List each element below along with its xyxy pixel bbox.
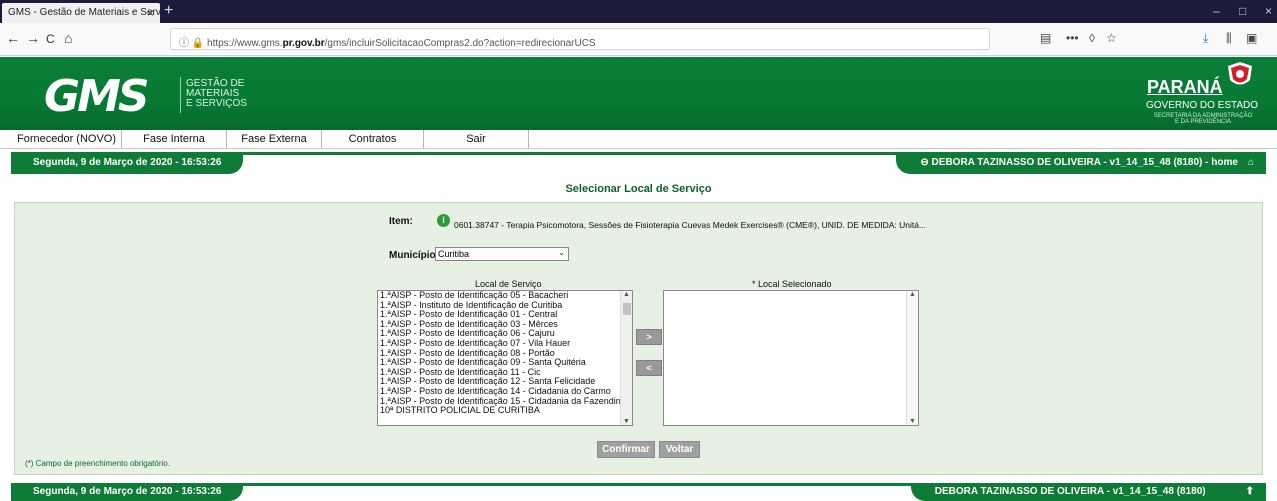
parana-title: PARANÁ xyxy=(1147,77,1223,97)
user-icon: ⊖ xyxy=(920,157,932,168)
parana-crest-icon xyxy=(1228,62,1252,85)
governo-label: GOVERNO DO ESTADO xyxy=(1146,100,1259,111)
footer-up-icon[interactable]: ⬆ xyxy=(1246,486,1254,497)
municipio-label: Município: xyxy=(389,250,439,261)
local-list-scrollbar[interactable]: ▲ ▼ xyxy=(620,291,632,425)
browser-nav-bar: ← → C ⌂ ⓘ 🔒 https://www.gms.pr.gov.br/gm… xyxy=(0,23,1277,56)
window-close-icon[interactable]: × xyxy=(1265,4,1272,18)
local-servico-list[interactable]: 1.ªAISP - Posto de Identificação 05 - Ba… xyxy=(377,290,633,426)
tab-title: GMS - Gestão de Materiais e Serviço xyxy=(8,7,160,18)
main-menu: Fornecedor (NOVO) Fase Interna Fase Exte… xyxy=(0,130,1277,149)
menu-fase-interna[interactable]: Fase Interna xyxy=(122,130,227,149)
menu-contratos[interactable]: Contratos xyxy=(322,130,424,149)
footer-user-info: DEBORA TAZINASSO DE OLIVEIRA - v1_14_15_… xyxy=(910,483,1266,501)
download-icon[interactable]: ⤓ xyxy=(1203,31,1208,46)
bookmark-icon[interactable]: ☆ xyxy=(1106,31,1117,45)
local-servico-label: Local de Serviço xyxy=(475,279,542,289)
url-path: /gms/incluirSolicitacaoCompras2.do?actio… xyxy=(324,38,596,49)
back-icon[interactable]: ← xyxy=(6,30,20,46)
url-prefix: ⓘ 🔒 https://www.gms. xyxy=(179,38,283,49)
info-icon[interactable]: i xyxy=(437,214,450,227)
pocket-icon[interactable]: ◊ xyxy=(1089,31,1095,45)
maximize-icon[interactable]: □ xyxy=(1239,4,1246,18)
site-header: GMS GESTÃO DE MATERIAIS E SERVIÇOS PARAN… xyxy=(0,57,1277,130)
item-label: Item: xyxy=(389,216,413,227)
required-note: (*) Campo de preenchimento obrigatório. xyxy=(25,459,170,468)
selected-list-scrollbar[interactable]: ▲ ▼ xyxy=(906,291,918,425)
confirm-button[interactable]: Confirmar xyxy=(597,441,655,458)
menu-fase-externa[interactable]: Fase Externa xyxy=(227,130,322,149)
scroll-up-icon[interactable]: ▲ xyxy=(909,291,916,298)
tab-close-icon[interactable]: × xyxy=(147,6,154,20)
home-link[interactable]: home xyxy=(1211,157,1238,168)
bottom-status-bar: Segunda, 9 de Março de 2020 - 16:53:26 D… xyxy=(0,483,1277,501)
scroll-down-icon[interactable]: ▼ xyxy=(909,418,916,425)
add-local-button[interactable]: > xyxy=(636,329,662,345)
user-info: ⊖ DEBORA TAZINASSO DE OLIVEIRA - v1_14_1… xyxy=(896,152,1266,174)
item-description: 0601.38747 - Terapia Psicomotora, Sessõe… xyxy=(454,220,927,230)
scroll-down-icon[interactable]: ▼ xyxy=(623,418,630,425)
footer-date-label: Segunda, 9 de Março de 2020 - 16:53:26 xyxy=(11,483,244,501)
page-title: Selecionar Local de Serviço xyxy=(565,183,712,195)
more-icon[interactable]: ••• xyxy=(1066,31,1079,45)
sidebar-icon[interactable]: ▣ xyxy=(1246,31,1257,45)
browser-tab[interactable]: GMS - Gestão de Materiais e Serviço × xyxy=(2,3,160,23)
scroll-up-icon[interactable]: ▲ xyxy=(623,291,630,298)
minimize-icon[interactable]: – xyxy=(1213,4,1220,18)
logo-subtitle: GESTÃO DE MATERIAIS E SERVIÇOS xyxy=(186,78,247,109)
home-icon[interactable]: ⌂ xyxy=(64,30,72,46)
menu-sair[interactable]: Sair xyxy=(424,130,529,149)
scroll-thumb[interactable] xyxy=(623,303,631,315)
browser-tab-bar: GMS - Gestão de Materiais e Serviço × + … xyxy=(0,0,1277,23)
municipio-value: Curitiba xyxy=(438,249,470,259)
new-tab-icon[interactable]: + xyxy=(164,2,173,20)
forward-icon[interactable]: → xyxy=(26,30,40,46)
chevron-down-icon: ⌄ xyxy=(558,248,565,257)
municipio-select[interactable]: Curitiba ⌄ xyxy=(435,247,569,261)
user-name: DEBORA TAZINASSO DE OLIVEIRA - v1_14_15_… xyxy=(931,157,1203,168)
url-bar[interactable]: ⓘ 🔒 https://www.gms.pr.gov.br/gms/inclui… xyxy=(170,28,990,50)
local-option[interactable]: 10ª DISTRITO POLICIAL DE CURITIBA xyxy=(378,406,632,416)
remove-local-button[interactable]: < xyxy=(636,360,662,376)
local-selecionado-list[interactable]: ▲ ▼ xyxy=(663,290,919,426)
reader-icon[interactable]: ▤ xyxy=(1040,31,1051,45)
reload-icon[interactable]: C xyxy=(46,32,55,46)
gms-logo: GMS xyxy=(44,71,150,122)
local-servico-items: 1.ªAISP - Posto de Identificação 05 - Ba… xyxy=(378,291,632,416)
top-status-bar: Segunda, 9 de Março de 2020 - 16:53:26 ⊖… xyxy=(0,152,1277,174)
secretaria-label: SECRETARIA DA ADMINISTRAÇÃO E DA PREVIDÊ… xyxy=(1153,113,1253,125)
local-selecionado-label: * Local Selecionado xyxy=(752,279,832,289)
logo-divider xyxy=(180,77,181,113)
url-domain: pr.gov.br xyxy=(282,38,325,49)
home-house-icon[interactable]: ⌂ xyxy=(1248,157,1254,168)
date-label: Segunda, 9 de Março de 2020 - 16:53:26 xyxy=(11,152,244,174)
back-button[interactable]: Voltar xyxy=(659,441,700,458)
footer-user-name: DEBORA TAZINASSO DE OLIVEIRA - v1_14_15_… xyxy=(934,486,1206,497)
library-icon[interactable]: ⫼ xyxy=(1226,31,1232,46)
menu-fornecedor[interactable]: Fornecedor (NOVO) xyxy=(12,130,122,149)
